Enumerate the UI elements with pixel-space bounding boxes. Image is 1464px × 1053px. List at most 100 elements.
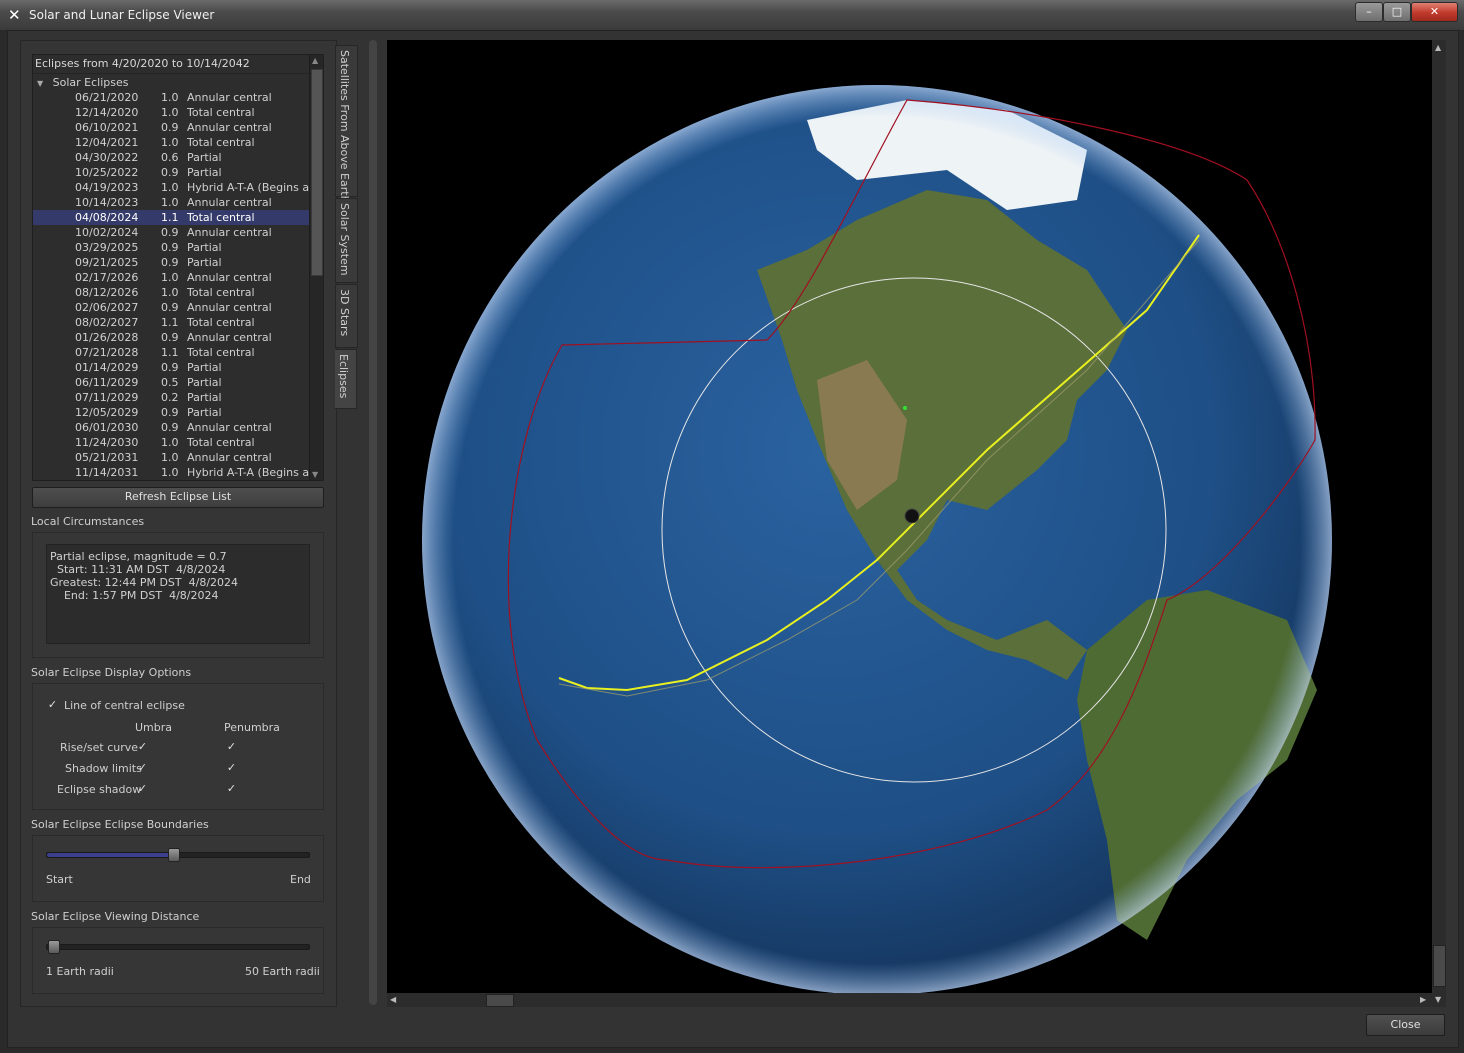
viewing-distance-title: Solar Eclipse Viewing Distance — [31, 910, 200, 923]
eclipse-magnitude: 1.0 — [161, 286, 179, 299]
eclipse-shadow-umbra-checkbox[interactable]: ✓ — [137, 783, 148, 794]
eclipse-row[interactable]: 07/11/2029 0.2 Partial — [33, 390, 309, 405]
close-button[interactable]: Close — [1366, 1014, 1445, 1036]
scroll-up-icon[interactable]: ▲ — [1435, 43, 1441, 52]
eclipse-row[interactable]: 12/05/2029 0.9 Partial — [33, 405, 309, 420]
viewport-vertical-scrollbar[interactable]: ▲ ▼ — [1432, 40, 1446, 1007]
boundaries-slider-handle[interactable] — [168, 848, 180, 862]
eclipse-row[interactable]: 06/21/2020 1.0 Annular central — [33, 90, 309, 105]
eclipse-row[interactable]: 04/30/2022 0.6 Partial — [33, 150, 309, 165]
horizontal-scroll-thumb[interactable] — [486, 994, 514, 1007]
earth-globe-view[interactable] — [387, 40, 1432, 993]
boundaries-start-label: Start — [46, 873, 73, 886]
display-options-title: Solar Eclipse Display Options — [31, 666, 192, 679]
eclipse-row[interactable]: 09/21/2025 0.9 Partial — [33, 255, 309, 270]
tree-group-solar-eclipses[interactable]: ▼ Solar Eclipses — [37, 75, 129, 90]
tab-label: Solar System — [338, 203, 351, 276]
eclipse-row[interactable]: 08/12/2026 1.0 Total central — [33, 285, 309, 300]
eclipse-row[interactable]: 03/29/2025 0.9 Partial — [33, 240, 309, 255]
eclipse-row[interactable]: 10/14/2023 1.0 Annular central — [33, 195, 309, 210]
eclipse-type: Partial — [187, 391, 222, 404]
distance-slider-track[interactable] — [46, 944, 310, 950]
tab-3d-stars[interactable]: 3D Stars — [335, 284, 358, 348]
eclipse-row[interactable]: 04/08/2024 1.1 Total central — [33, 210, 309, 225]
eclipse-list[interactable]: Eclipses from 4/20/2020 to 10/14/2042 ▼ … — [32, 54, 324, 481]
eclipse-shadow-penumbra-checkbox[interactable]: ✓ — [226, 783, 237, 794]
eclipse-row[interactable]: 10/25/2022 0.9 Partial — [33, 165, 309, 180]
list-scroll-thumb[interactable] — [311, 69, 323, 276]
scroll-right-icon[interactable]: ▶ — [1420, 995, 1426, 1004]
maximize-button[interactable]: □ — [1383, 2, 1411, 22]
viewport-horizontal-scrollbar[interactable]: ◀ ▶ — [387, 993, 1432, 1007]
eclipse-type: Annular central — [187, 331, 272, 344]
eclipse-type: Partial — [187, 376, 222, 389]
eclipse-magnitude: 1.0 — [161, 136, 179, 149]
vertical-scroll-thumb[interactable] — [1433, 945, 1446, 987]
eclipse-row[interactable]: 01/14/2029 0.9 Partial — [33, 360, 309, 375]
shadow-limits-penumbra-checkbox[interactable]: ✓ — [226, 762, 237, 773]
eclipse-date: 06/10/2021 — [75, 121, 139, 134]
eclipse-type: Partial — [187, 361, 222, 374]
circ-line-3: Greatest: 12:44 PM DST 4/8/2024 — [50, 576, 239, 589]
eclipse-date: 08/02/2027 — [75, 316, 139, 329]
eclipse-type: Hybrid A-T-A (Begins an... — [187, 466, 309, 479]
scroll-down-icon[interactable]: ▼ — [312, 470, 318, 479]
shadow-limits-umbra-checkbox[interactable]: ✓ — [137, 762, 148, 773]
eclipse-row[interactable]: 08/02/2027 1.1 Total central — [33, 315, 309, 330]
scroll-down-icon[interactable]: ▼ — [1435, 995, 1441, 1004]
eclipse-type: Total central — [187, 136, 255, 149]
shadow-marker — [904, 508, 920, 524]
eclipse-date: 09/21/2025 — [75, 256, 139, 269]
eclipse-type: Annular central — [187, 121, 272, 134]
eclipse-magnitude: 1.0 — [161, 106, 179, 119]
tab-label: Satellites From Above Earth — [338, 50, 351, 203]
central-line-label[interactable]: Line of central eclipse — [64, 699, 185, 712]
eclipse-date: 12/05/2029 — [75, 406, 139, 419]
eclipse-row[interactable]: 12/04/2021 1.0 Total central — [33, 135, 309, 150]
eclipse-magnitude: 1.0 — [161, 466, 179, 479]
eclipse-row[interactable]: 06/10/2021 0.9 Annular central — [33, 120, 309, 135]
eclipse-row[interactable]: 02/17/2026 1.0 Annular central — [33, 270, 309, 285]
eclipse-magnitude: 0.9 — [161, 256, 179, 269]
rise-set-penumbra-checkbox[interactable]: ✓ — [226, 741, 237, 752]
eclipse-row[interactable]: 05/21/2031 1.0 Annular central — [33, 450, 309, 465]
scroll-up-icon[interactable]: ▲ — [312, 56, 318, 65]
eclipse-magnitude: 0.9 — [161, 406, 179, 419]
tab-eclipses[interactable]: Eclipses — [335, 349, 357, 409]
eclipse-date: 12/04/2021 — [75, 136, 139, 149]
eclipse-row[interactable]: 11/14/2031 1.0 Hybrid A-T-A (Begins an... — [33, 465, 309, 480]
eclipse-row[interactable]: 11/24/2030 1.0 Total central — [33, 435, 309, 450]
central-line-checkbox[interactable]: ✓ — [47, 699, 58, 710]
eclipse-type: Total central — [187, 286, 255, 299]
eclipse-row[interactable]: 06/01/2030 0.9 Annular central — [33, 420, 309, 435]
globe-viewport[interactable] — [387, 40, 1432, 993]
eclipse-row[interactable]: 01/26/2028 0.9 Annular central — [33, 330, 309, 345]
local-circumstances-text: Partial eclipse, magnitude = 0.7 Start: … — [46, 544, 310, 644]
rise-set-umbra-checkbox[interactable]: ✓ — [137, 741, 148, 752]
close-window-button[interactable]: ✕ — [1411, 2, 1458, 22]
minimize-button[interactable]: – — [1355, 2, 1383, 22]
boundaries-slider-fill — [47, 853, 173, 857]
panel-splitter[interactable] — [369, 40, 377, 1005]
eclipse-row[interactable]: 04/19/2023 1.0 Hybrid A-T-A (Begins an... — [33, 180, 309, 195]
refresh-eclipse-list-button[interactable]: Refresh Eclipse List — [32, 487, 324, 508]
eclipse-row[interactable]: 06/11/2029 0.5 Partial — [33, 375, 309, 390]
distance-slider-handle[interactable] — [48, 940, 60, 954]
tab-label: 3D Stars — [338, 289, 351, 337]
eclipse-list-header[interactable]: Eclipses from 4/20/2020 to 10/14/2042 — [33, 55, 311, 74]
eclipse-date: 05/21/2031 — [75, 451, 139, 464]
scroll-left-icon[interactable]: ◀ — [390, 995, 396, 1004]
tab-satellites-from-above-earth[interactable]: Satellites From Above Earth — [335, 45, 358, 203]
tab-solar-system[interactable]: Solar System — [335, 198, 358, 283]
eclipse-date: 02/06/2027 — [75, 301, 139, 314]
list-scrollbar[interactable]: ▲ ▼ — [309, 55, 323, 480]
eclipse-magnitude: 0.9 — [161, 166, 179, 179]
eclipse-row[interactable]: 02/06/2027 0.9 Annular central — [33, 300, 309, 315]
eclipse-row[interactable]: 10/02/2024 0.9 Annular central — [33, 225, 309, 240]
eclipse-row[interactable]: 07/21/2028 1.1 Total central — [33, 345, 309, 360]
expand-arrow-icon[interactable]: ▼ — [37, 79, 43, 88]
eclipse-row[interactable]: 12/14/2020 1.0 Total central — [33, 105, 309, 120]
eclipse-type: Partial — [187, 406, 222, 419]
distance-min-label: 1 Earth radii — [46, 965, 114, 978]
window-title: Solar and Lunar Eclipse Viewer — [29, 8, 215, 22]
